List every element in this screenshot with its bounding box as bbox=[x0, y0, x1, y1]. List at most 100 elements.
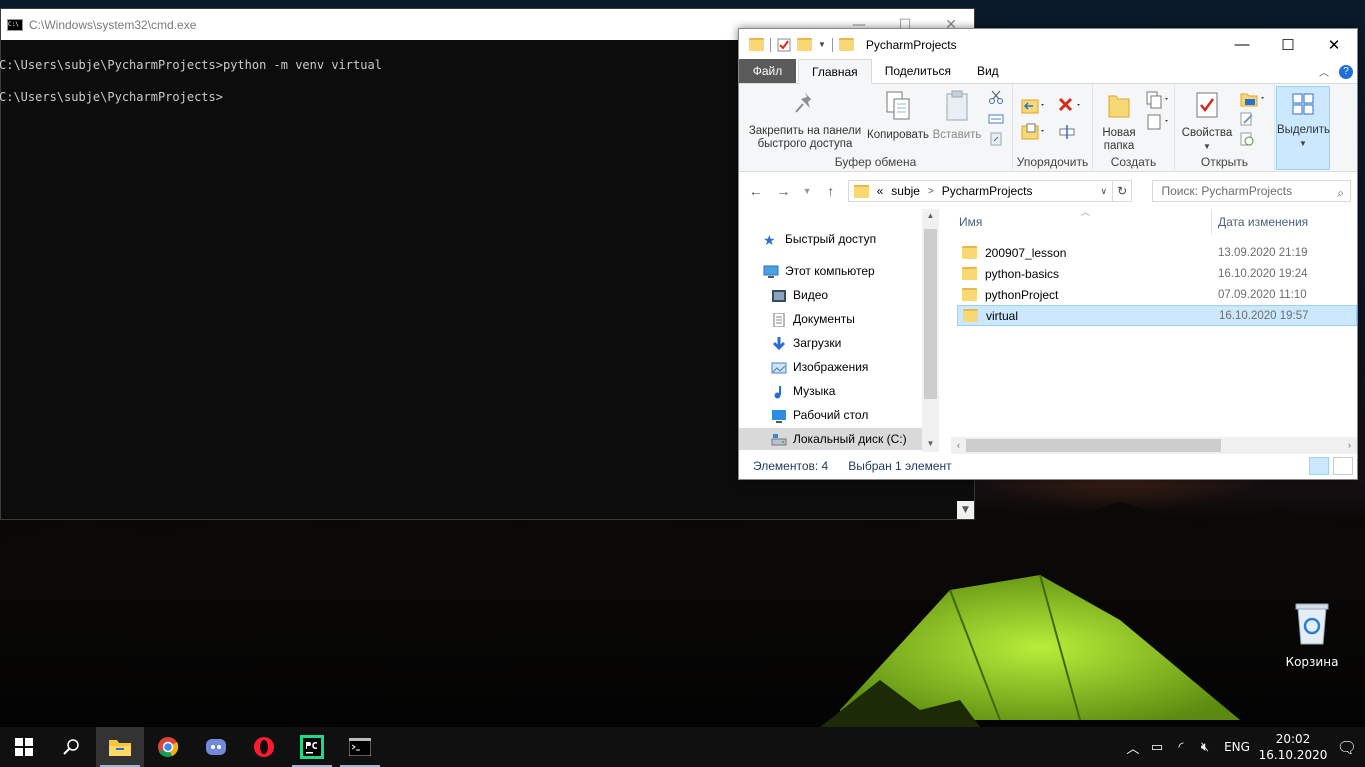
scroll-right-arrow[interactable]: › bbox=[1342, 437, 1357, 454]
clock[interactable]: 20:02 16.10.2020 bbox=[1257, 731, 1329, 763]
sort-ascending-icon: ︿ bbox=[1081, 207, 1091, 217]
taskbar-cmd[interactable] bbox=[336, 727, 384, 767]
pin-quick-access-button[interactable]: Закрепить на панели быстрого доступа bbox=[745, 90, 865, 151]
nav-item-desktop[interactable]: Рабочий стол bbox=[771, 404, 868, 426]
properties-icon bbox=[1196, 92, 1218, 118]
scroll-thumb[interactable] bbox=[966, 439, 1221, 452]
scroll-thumb[interactable] bbox=[924, 229, 937, 399]
large-icons-view-button[interactable] bbox=[1333, 457, 1353, 475]
recycle-bin[interactable]: Корзина bbox=[1278, 600, 1346, 670]
rename-icon[interactable] bbox=[1057, 122, 1083, 142]
file-row[interactable]: pythonProject 07.09.2020 11:10 bbox=[957, 284, 1357, 305]
new-folder-quick-icon[interactable] bbox=[797, 38, 812, 51]
file-explorer-window[interactable]: ▼ PycharmProjects — ☐ ✕ Файл Главная Под… bbox=[738, 28, 1358, 480]
minimize-button[interactable]: — bbox=[1219, 36, 1265, 53]
breadcrumb-subje[interactable]: subje bbox=[891, 184, 920, 198]
file-name: 200907_lesson bbox=[985, 245, 1067, 260]
file-row[interactable]: 200907_lesson 13.09.2020 21:19 bbox=[957, 242, 1357, 263]
properties-button[interactable]: Свойства ▼ bbox=[1179, 90, 1235, 153]
delete-icon[interactable] bbox=[1057, 96, 1083, 116]
notification-icon[interactable]: 🗨︎ bbox=[1329, 738, 1365, 757]
nav-item-video[interactable]: Видео bbox=[771, 284, 828, 306]
taskbar-opera[interactable] bbox=[240, 727, 288, 767]
taskbar-chrome[interactable] bbox=[144, 727, 192, 767]
forward-button[interactable]: → bbox=[773, 183, 795, 199]
battery-icon[interactable]: ▭ bbox=[1145, 740, 1169, 755]
address-bar[interactable]: « subje > PycharmProjects ∨ bbox=[847, 180, 1113, 202]
divider bbox=[831, 37, 833, 52]
scroll-up-arrow[interactable]: ▲ bbox=[922, 211, 939, 220]
pictures-icon bbox=[771, 362, 787, 374]
refresh-button[interactable]: ↻ bbox=[1112, 180, 1133, 202]
tab-home[interactable]: Главная bbox=[798, 59, 872, 84]
language-indicator[interactable]: ENG bbox=[1217, 740, 1257, 754]
start-button[interactable] bbox=[0, 727, 48, 767]
open-icon[interactable] bbox=[1239, 90, 1267, 108]
pin-icon bbox=[795, 93, 811, 113]
status-bar: Элементов: 4 Выбран 1 элемент bbox=[739, 453, 1357, 479]
tab-view[interactable]: Вид bbox=[964, 59, 1012, 83]
properties-quick-icon[interactable] bbox=[777, 38, 791, 52]
scroll-down-arrow[interactable]: ▼ bbox=[957, 501, 974, 519]
maximize-button[interactable]: ☐ bbox=[1265, 36, 1311, 54]
column-date-header[interactable]: Дата изменения bbox=[1212, 215, 1308, 229]
taskbar-file-explorer[interactable] bbox=[96, 727, 144, 767]
paste-button[interactable]: Вставить bbox=[929, 90, 985, 142]
taskbar-discord[interactable] bbox=[192, 727, 240, 767]
clipboard-group: Закрепить на панели быстрого доступа Коп… bbox=[739, 84, 1013, 172]
scroll-down-arrow[interactable]: ▼ bbox=[922, 439, 939, 448]
scroll-left-arrow[interactable]: ‹ bbox=[951, 437, 966, 454]
tab-file[interactable]: Файл bbox=[739, 59, 796, 83]
file-explorer-icon bbox=[109, 740, 131, 756]
new-folder-label: Новая папка bbox=[1102, 127, 1136, 152]
collapse-ribbon-icon[interactable]: ︿ bbox=[1319, 64, 1329, 79]
address-overflow[interactable]: « bbox=[877, 184, 884, 198]
computer-icon bbox=[763, 265, 779, 278]
nav-item-pictures[interactable]: Изображения bbox=[771, 356, 868, 378]
new-item-icon[interactable] bbox=[1145, 90, 1171, 110]
help-icon[interactable]: ? bbox=[1339, 64, 1353, 79]
nav-item-music[interactable]: Музыка bbox=[771, 380, 835, 402]
nav-item-quick-access[interactable]: ★ Быстрый доступ bbox=[763, 228, 876, 250]
details-view-button[interactable] bbox=[1309, 457, 1329, 475]
edit-icon[interactable] bbox=[1239, 112, 1255, 126]
file-row-selected[interactable]: virtual 16.10.2020 19:57 bbox=[957, 305, 1357, 326]
chevron-right-icon[interactable]: > bbox=[928, 186, 934, 197]
folder-icon bbox=[962, 246, 977, 259]
nav-item-documents[interactable]: Документы bbox=[771, 308, 855, 330]
easy-access-icon[interactable] bbox=[1145, 112, 1171, 132]
copy-button[interactable]: Копировать bbox=[865, 90, 931, 142]
new-folder-button[interactable]: Новая папка bbox=[1097, 90, 1141, 153]
horizontal-scrollbar[interactable]: ‹ › bbox=[951, 437, 1357, 454]
volume-muted-icon[interactable]: 🔇︎ bbox=[1193, 740, 1217, 755]
recent-locations-button[interactable]: ▼ bbox=[800, 186, 814, 196]
taskbar-pycharm[interactable] bbox=[288, 727, 336, 767]
properties-dropdown-icon[interactable]: ▼ bbox=[1179, 140, 1235, 153]
select-button[interactable]: Выделить ▼ bbox=[1276, 86, 1330, 170]
wifi-icon[interactable]: ◜ bbox=[1169, 740, 1193, 755]
nav-scrollbar[interactable]: ▲ ▼ bbox=[922, 209, 939, 452]
search-input[interactable]: Поиск: PycharmProjects ⌕ bbox=[1152, 180, 1352, 202]
close-button[interactable]: ✕ bbox=[1311, 36, 1357, 54]
customize-quick-access-icon[interactable]: ▼ bbox=[818, 40, 826, 49]
file-row[interactable]: python-basics 16.10.2020 19:24 bbox=[957, 263, 1357, 284]
recycle-bin-icon bbox=[1295, 603, 1329, 645]
search-button[interactable] bbox=[48, 727, 96, 767]
move-to-icon[interactable] bbox=[1021, 96, 1047, 116]
chevron-up-icon[interactable]: ︿ bbox=[1121, 738, 1145, 757]
nav-item-downloads[interactable]: Загрузки bbox=[771, 332, 841, 354]
copy-to-icon[interactable] bbox=[1021, 122, 1047, 142]
paste-shortcut-icon[interactable] bbox=[988, 132, 1004, 146]
nav-item-local-disk[interactable]: Локальный диск (C:) bbox=[739, 428, 922, 450]
nav-item-this-pc[interactable]: Этот компьютер bbox=[763, 260, 875, 282]
address-dropdown-icon[interactable]: ∨ bbox=[1096, 186, 1112, 197]
cut-icon[interactable] bbox=[988, 90, 1004, 104]
explorer-titlebar[interactable]: ▼ PycharmProjects — ☐ ✕ bbox=[739, 29, 1357, 60]
breadcrumb-pycharmprojects[interactable]: PycharmProjects bbox=[942, 184, 1033, 198]
up-button[interactable]: ↑ bbox=[820, 183, 842, 199]
tab-share[interactable]: Поделиться bbox=[872, 59, 964, 83]
select-dropdown-icon[interactable]: ▼ bbox=[1277, 137, 1329, 150]
copy-path-icon[interactable] bbox=[988, 112, 1004, 126]
back-button[interactable]: ← bbox=[745, 183, 767, 199]
history-icon[interactable] bbox=[1239, 132, 1255, 146]
